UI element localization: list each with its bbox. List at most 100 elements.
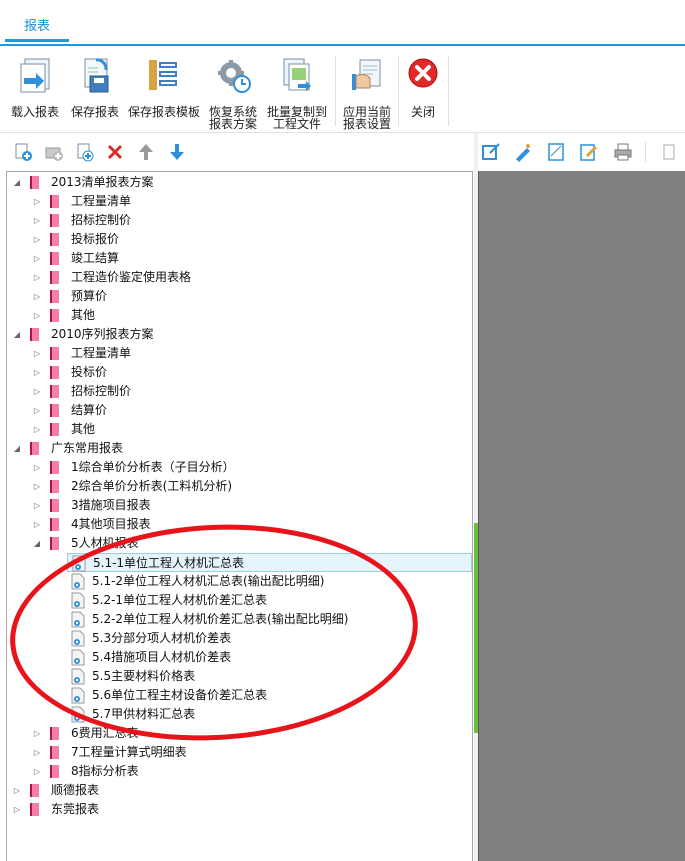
tree-item-label: 招标控制价: [71, 384, 132, 398]
report-file-icon: [71, 611, 85, 628]
tree-folder-node[interactable]: ▷ 4其他项目报表: [7, 515, 472, 534]
tree-folder-node[interactable]: ▷ 7工程量计算式明细表: [7, 743, 472, 762]
tree-folder-node[interactable]: ▷ 投标报价: [7, 230, 472, 249]
expand-arrow-icon[interactable]: ▷: [31, 420, 43, 439]
collapse-arrow-icon[interactable]: ◢: [11, 173, 23, 192]
tree-report-item[interactable]: 5.2-2单位工程人材机价差汇总表(输出配比明细): [7, 610, 472, 629]
report-book-icon: [29, 175, 41, 190]
expand-arrow-icon[interactable]: ▷: [31, 743, 43, 762]
expand-arrow-icon[interactable]: ▷: [31, 496, 43, 515]
collapse-arrow-icon[interactable]: ◢: [11, 325, 23, 344]
expand-arrow-icon[interactable]: ▷: [11, 781, 23, 800]
tree-folder-node[interactable]: ▷ 工程量清单: [7, 192, 472, 211]
tree-report-item[interactable]: 5.1-2单位工程人材机汇总表(输出配比明细): [7, 572, 472, 591]
expand-arrow-icon[interactable]: ▷: [31, 724, 43, 743]
tab-report[interactable]: 报表: [5, 12, 69, 42]
expand-arrow-icon[interactable]: ▷: [11, 800, 23, 819]
expand-arrow-icon[interactable]: ▷: [31, 211, 43, 230]
print-icon[interactable]: [613, 142, 633, 162]
tree-report-item[interactable]: 5.4措施项目人材机价差表: [7, 648, 472, 667]
add-folder-icon[interactable]: [44, 142, 64, 162]
move-up-icon[interactable]: [136, 142, 156, 162]
report-file-icon: [71, 668, 85, 685]
tree-report-item[interactable]: 5.5主要材料价格表: [7, 667, 472, 686]
tree-folder-node[interactable]: ▷ 1综合单价分析表（子目分析）: [7, 458, 472, 477]
save-report-button[interactable]: 保存报表: [66, 52, 124, 128]
tree-scheme-node[interactable]: ◢ 广东常用报表: [7, 439, 472, 458]
tree-folder-node[interactable]: ▷ 招标控制价: [7, 382, 472, 401]
tree-folder-node[interactable]: ▷ 其他: [7, 420, 472, 439]
tree-folder-node[interactable]: ◢ 5人材机报表: [7, 534, 472, 553]
tree-folder-node[interactable]: ▷ 结算价: [7, 401, 472, 420]
report-preview-area: [478, 171, 685, 861]
save-report-label: 保存报表: [70, 105, 119, 119]
expand-arrow-icon[interactable]: ▷: [31, 249, 43, 268]
page-setup-icon[interactable]: [546, 142, 566, 162]
tree-folder-node[interactable]: ▷ 竣工结算: [7, 249, 472, 268]
tree-scheme-node[interactable]: ▷ 东莞报表: [7, 800, 472, 819]
tree-report-item[interactable]: 5.3分部分项人材机价差表: [7, 629, 472, 648]
save-template-button[interactable]: 保存报表模板: [126, 52, 202, 128]
report-book-icon: [49, 403, 61, 418]
tree-folder-node[interactable]: ▷ 6费用汇总表: [7, 724, 472, 743]
copy-report-icon[interactable]: [74, 142, 94, 162]
expand-arrow-icon[interactable]: ▷: [31, 762, 43, 781]
expand-arrow-icon[interactable]: ▷: [31, 458, 43, 477]
tree-scheme-node[interactable]: ◢ 2010序列报表方案: [7, 325, 472, 344]
tree-item-label: 5.1-1单位工程人材机汇总表: [93, 556, 245, 570]
ribbon-separator: [448, 56, 449, 126]
expand-arrow-icon[interactable]: ▷: [31, 287, 43, 306]
tree-report-item[interactable]: 5.1-1单位工程人材机汇总表: [67, 553, 472, 572]
preview-toolbar: [478, 133, 685, 171]
expand-arrow-icon[interactable]: ▷: [31, 344, 43, 363]
tree-scheme-node[interactable]: ▷ 顺德报表: [7, 781, 472, 800]
ribbon-separator: [335, 56, 336, 126]
batch-copy-button[interactable]: 批量复制到 工程文件: [262, 52, 332, 130]
expand-arrow-icon[interactable]: ▷: [31, 268, 43, 287]
report-tree[interactable]: ◢ 2013清单报表方案 ▷ 工程量清单 ▷ 招标控制价 ▷ 投标报价 ▷ 竣工结算 ▷ 工程造价鉴定…: [6, 171, 473, 861]
batch-copy-icon: [283, 58, 311, 91]
report-book-icon: [49, 517, 61, 532]
report-book-icon: [49, 232, 61, 247]
report-book-icon: [49, 764, 61, 779]
tree-item-label: 1综合单价分析表（子目分析）: [71, 460, 235, 474]
load-report-button[interactable]: 载入报表: [6, 52, 64, 128]
tree-folder-node[interactable]: ▷ 工程量清单: [7, 344, 472, 363]
expand-arrow-icon[interactable]: ▷: [31, 192, 43, 211]
tree-item-label: 顺德报表: [51, 783, 100, 797]
move-down-icon[interactable]: [167, 142, 187, 162]
delete-icon[interactable]: [105, 142, 125, 162]
tree-folder-node[interactable]: ▷ 2综合单价分析表(工料机分析): [7, 477, 472, 496]
expand-arrow-icon[interactable]: ▷: [31, 230, 43, 249]
expand-arrow-icon[interactable]: ▷: [31, 401, 43, 420]
expand-arrow-icon[interactable]: ▷: [31, 363, 43, 382]
collapse-arrow-icon[interactable]: ◢: [11, 439, 23, 458]
expand-arrow-icon[interactable]: ▷: [31, 382, 43, 401]
page-icon[interactable]: [659, 142, 679, 162]
add-report-icon[interactable]: [13, 142, 33, 162]
expand-arrow-icon[interactable]: ▷: [31, 477, 43, 496]
expand-arrow-icon[interactable]: ▷: [31, 515, 43, 534]
tree-folder-node[interactable]: ▷ 3措施项目报表: [7, 496, 472, 515]
restore-scheme-button[interactable]: 恢复系统 报表方案: [204, 52, 262, 130]
tree-report-item[interactable]: 5.7甲供材料汇总表: [7, 705, 472, 724]
collapse-arrow-icon[interactable]: ◢: [31, 534, 43, 553]
close-button[interactable]: 关闭: [400, 52, 446, 128]
edit-icon[interactable]: [481, 142, 501, 162]
tree-report-item[interactable]: 5.6单位工程主材设备价差汇总表: [7, 686, 472, 705]
expand-arrow-icon[interactable]: ▷: [31, 306, 43, 325]
tree-folder-node[interactable]: ▷ 招标控制价: [7, 211, 472, 230]
tree-scheme-node[interactable]: ◢ 2013清单报表方案: [7, 173, 472, 192]
tree-report-item[interactable]: 5.2-1单位工程人材机价差汇总表: [7, 591, 472, 610]
tree-folder-node[interactable]: ▷ 8指标分析表: [7, 762, 472, 781]
tree-folder-node[interactable]: ▷ 投标价: [7, 363, 472, 382]
apply-settings-button[interactable]: 应用当前 报表设置: [338, 52, 396, 130]
modify-icon[interactable]: [579, 142, 599, 162]
design-icon[interactable]: [513, 142, 533, 162]
report-book-icon: [49, 308, 61, 323]
save-template-label: 保存报表模板: [127, 105, 200, 119]
restore-scheme-icon: [218, 60, 251, 93]
tree-folder-node[interactable]: ▷ 其他: [7, 306, 472, 325]
tree-folder-node[interactable]: ▷ 预算价: [7, 287, 472, 306]
tree-folder-node[interactable]: ▷ 工程造价鉴定使用表格: [7, 268, 472, 287]
